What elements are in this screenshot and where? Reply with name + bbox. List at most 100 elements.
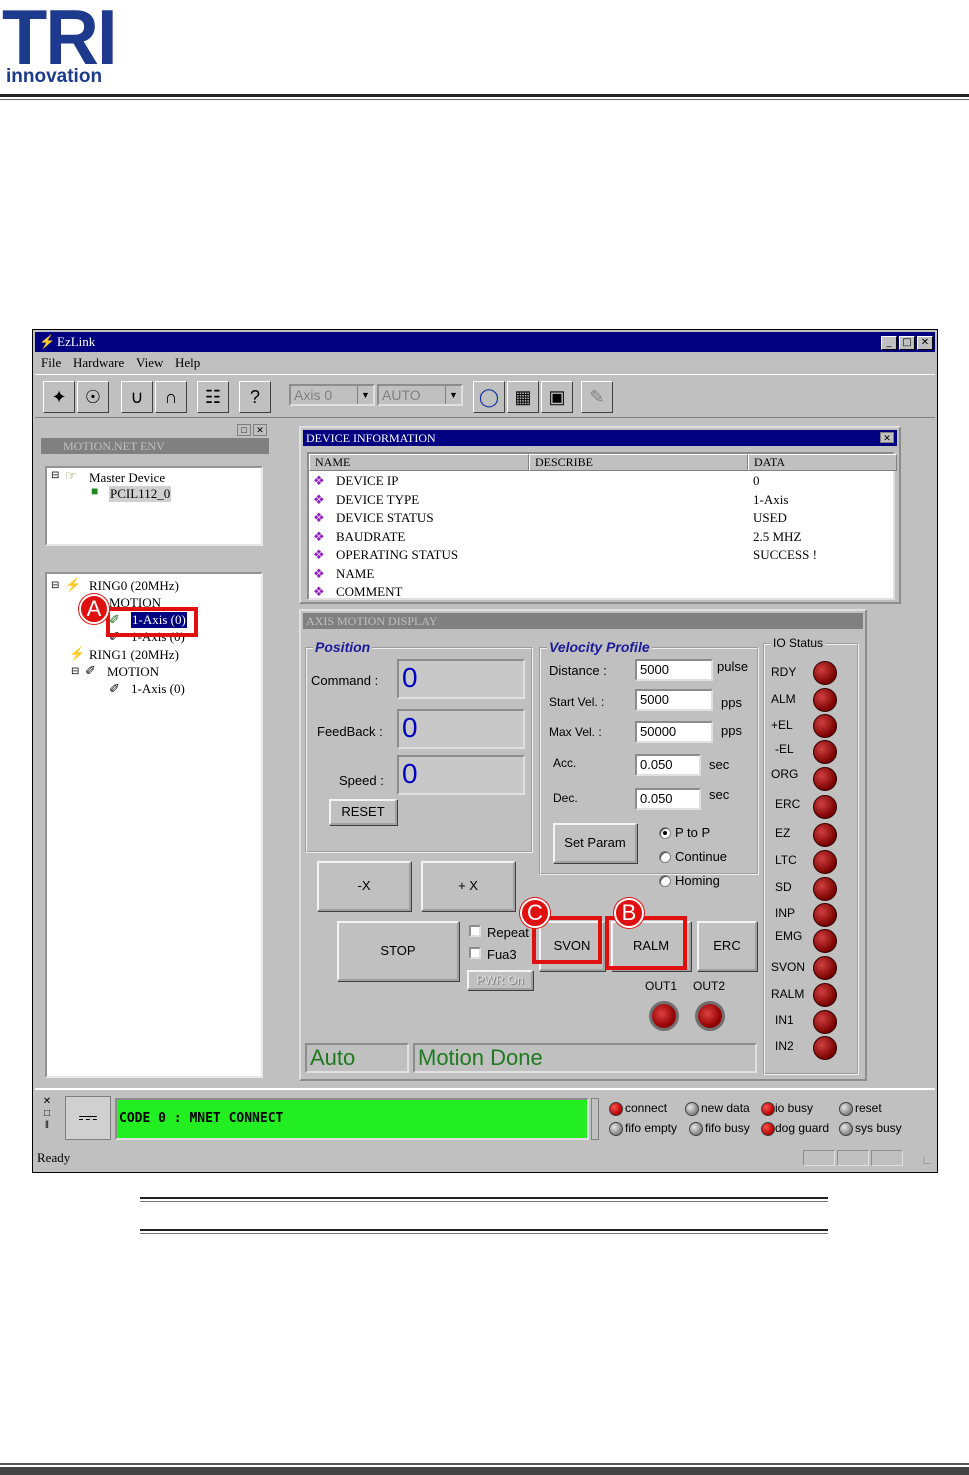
fua3-label: Fua3 bbox=[487, 947, 517, 962]
connect-wand-icon[interactable]: ✦ bbox=[43, 381, 75, 413]
search-device-icon[interactable]: ☉ bbox=[77, 381, 109, 413]
column-data[interactable]: DATA bbox=[748, 454, 897, 471]
io-led-sd bbox=[813, 877, 837, 901]
master-device-tree: ⊟ ☞ Master Device ■ PCIL112_0 bbox=[45, 466, 263, 546]
distance-input[interactable]: 5000 bbox=[635, 659, 713, 681]
table-row[interactable]: ❖ NAME bbox=[309, 565, 893, 583]
save-disk-icon[interactable]: ▦ bbox=[507, 381, 539, 413]
left-tree-pane: □ ✕ MOTION.NET ENV ⊟ ☞ Master Device ■ P… bbox=[37, 422, 273, 1086]
io-status-group: IO Status RDY ALM +EL -EL ORG ERC EZ LTC… bbox=[763, 636, 859, 1075]
help-question-icon[interactable]: ? bbox=[239, 381, 271, 413]
acc-label: Acc. bbox=[553, 756, 577, 770]
column-describe[interactable]: DESCRIBE bbox=[529, 454, 748, 471]
table-row[interactable]: ❖ OPERATING STATUS SUCCESS ! bbox=[309, 546, 893, 564]
menu-hardware[interactable]: Hardware bbox=[73, 355, 124, 371]
column-name[interactable]: NAME bbox=[309, 454, 529, 471]
io-led-svon bbox=[813, 956, 837, 980]
out2-led[interactable] bbox=[695, 1001, 725, 1031]
io-led-in1 bbox=[813, 1010, 837, 1034]
acc-input[interactable]: 0.050 bbox=[635, 754, 701, 776]
network-map-icon[interactable]: ▣ bbox=[541, 381, 573, 413]
tree-ring1[interactable]: RING1 (20MHz) bbox=[89, 647, 179, 663]
io-label-rdy: RDY bbox=[771, 665, 797, 679]
pane-restore-icon[interactable]: □ bbox=[237, 424, 251, 436]
ring-plug-icon: ⚡ bbox=[69, 646, 86, 661]
io-label-alm: ALM bbox=[771, 692, 796, 706]
repeat-checkbox[interactable] bbox=[469, 925, 481, 937]
io-label-in1: IN1 bbox=[775, 1013, 794, 1027]
led-connect bbox=[609, 1102, 623, 1116]
led-fifo-empty-label: fifo empty bbox=[625, 1121, 678, 1135]
close-icon[interactable]: ✕ bbox=[880, 432, 894, 443]
io-label-sd: SD bbox=[775, 880, 792, 894]
resize-grip-icon[interactable]: ∟ bbox=[921, 1150, 933, 1170]
set-param-button[interactable]: Set Param bbox=[553, 823, 637, 863]
stop-button[interactable]: STOP bbox=[337, 921, 459, 981]
axis-select[interactable]: Axis 0 ▼ bbox=[289, 384, 375, 406]
max-vel-input[interactable]: 50000 bbox=[635, 721, 713, 743]
tree-card[interactable]: PCIL112_0 bbox=[109, 486, 172, 502]
tree-ring1-axis[interactable]: 1-Axis (0) bbox=[131, 681, 185, 697]
info-bullet-icon: ❖ bbox=[313, 492, 325, 507]
refresh-ring-icon[interactable]: ◯ bbox=[473, 381, 505, 413]
menu-file[interactable]: File bbox=[41, 355, 61, 371]
led-fifo-busy-label: fifo busy bbox=[705, 1121, 750, 1135]
menu-view[interactable]: View bbox=[136, 355, 163, 371]
menu-help[interactable]: Help bbox=[175, 355, 200, 371]
tree-master-device[interactable]: Master Device bbox=[89, 470, 165, 486]
jog-plus-x-button[interactable]: + X bbox=[421, 861, 515, 911]
edit-pen-icon[interactable]: ✎ bbox=[581, 381, 613, 413]
tree-ring0[interactable]: RING0 (20MHz) bbox=[89, 578, 179, 594]
ring-link-icon[interactable]: ∪ bbox=[121, 381, 153, 413]
io-label-ltc: LTC bbox=[775, 853, 797, 867]
radio-continue[interactable] bbox=[659, 851, 671, 863]
led-dog-guard-label: dog guard bbox=[775, 1121, 830, 1135]
ring-unlink-icon[interactable]: ∩ bbox=[155, 381, 187, 413]
out1-led[interactable] bbox=[649, 1001, 679, 1031]
pwr-on-button[interactable]: PWR On bbox=[467, 970, 533, 990]
status-text: Ready bbox=[37, 1150, 71, 1165]
maximize-button[interactable]: □ bbox=[899, 336, 915, 350]
reset-button[interactable]: RESET bbox=[329, 799, 397, 825]
io-led-erc bbox=[813, 795, 837, 819]
table-row[interactable]: ❖ DEVICE TYPE 1-Axis bbox=[309, 491, 893, 509]
jog-minus-x-button[interactable]: -X bbox=[317, 861, 411, 911]
velocity-profile-group: Velocity Profile Distance : 5000 pulse S… bbox=[539, 639, 759, 888]
led-sys-busy bbox=[839, 1122, 853, 1136]
table-row[interactable]: ❖ COMMENT bbox=[309, 583, 893, 601]
close-button[interactable]: ✕ bbox=[917, 336, 933, 350]
io-label-mel: -EL bbox=[775, 742, 794, 756]
erc-button[interactable]: ERC bbox=[697, 921, 757, 971]
start-vel-input[interactable]: 5000 bbox=[635, 689, 713, 711]
collapse-icon[interactable]: ⊟ bbox=[51, 470, 59, 481]
info-bullet-icon: ❖ bbox=[313, 473, 325, 488]
dec-input[interactable]: 0.050 bbox=[635, 788, 701, 810]
radio-p-to-p-label: P to P bbox=[675, 825, 711, 840]
settings-tool-icon[interactable]: ☷ bbox=[197, 381, 229, 413]
table-row[interactable]: ❖ BAUDRATE 2.5 MHZ bbox=[309, 528, 893, 546]
io-led-mel bbox=[813, 740, 837, 764]
bar-dock-icon[interactable]: ✕ □ ‖ bbox=[41, 1096, 53, 1136]
pane-close-icon[interactable]: ✕ bbox=[253, 424, 267, 436]
mode-select[interactable]: AUTO ▼ bbox=[377, 384, 463, 406]
master-hand-icon: ☞ bbox=[65, 468, 77, 483]
radio-homing[interactable] bbox=[659, 875, 671, 887]
feedback-value: 0 bbox=[397, 709, 525, 749]
info-bullet-icon: ❖ bbox=[313, 529, 325, 544]
window-titlebar[interactable]: ⚡ EzLink _ □ ✕ bbox=[35, 332, 935, 352]
caption-rule bbox=[140, 1197, 828, 1199]
radio-p-to-p[interactable] bbox=[659, 827, 671, 839]
connection-bar: ✕ □ ‖ ⎓ CODE 0 : MNET CONNECT connect new … bbox=[35, 1088, 935, 1146]
fua3-checkbox[interactable] bbox=[469, 947, 481, 959]
table-row[interactable]: ❖ DEVICE IP 0 bbox=[309, 472, 893, 490]
led-fifo-busy bbox=[689, 1122, 703, 1136]
tree-ring1-motion[interactable]: MOTION bbox=[107, 664, 159, 680]
code-scroll-handle[interactable] bbox=[591, 1098, 599, 1140]
start-vel-unit: pps bbox=[721, 695, 742, 710]
collapse-icon[interactable]: ⊟ bbox=[51, 580, 59, 591]
table-row[interactable]: ❖ DEVICE STATUS USED bbox=[309, 509, 893, 527]
collapse-icon[interactable]: ⊟ bbox=[71, 666, 79, 677]
io-led-pel bbox=[813, 714, 837, 738]
minimize-button[interactable]: _ bbox=[881, 336, 897, 350]
io-led-emg bbox=[813, 929, 837, 953]
